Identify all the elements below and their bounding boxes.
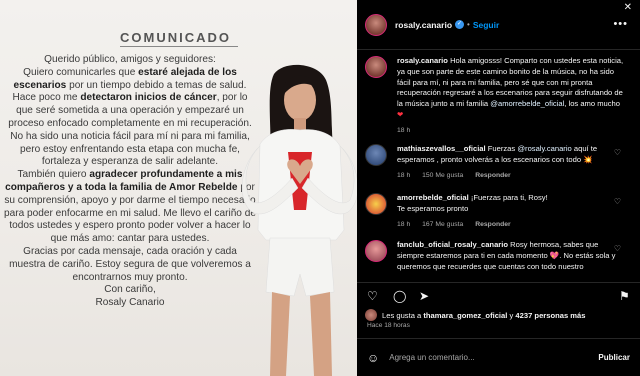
woman-photo [241,64,357,376]
comment-time: 18 h [397,171,411,179]
avatar[interactable] [365,240,387,262]
letter-para-1: Quiero comunicarles que estaré alejada d… [8,66,252,129]
action-bar: ♡ ◯ ➤ ⚑ [357,282,640,304]
comment-body: amorrebelde_oficial ¡Fuerzas para ti, Ro… [397,193,625,230]
more-options-icon[interactable]: ••• [613,18,628,30]
post-header: rosaly.canario ✓ • Seguir ••• [357,0,640,50]
avatar[interactable] [365,193,387,215]
header-separator: • [467,20,470,29]
like-heart-icon[interactable]: ♡ [614,197,621,206]
comment-input[interactable] [389,353,593,362]
comment-meta: 18 h 150 Me gusta Responder [397,171,625,182]
letter-signature: Rosaly Canario [95,297,165,309]
header-username[interactable]: rosaly.canario [395,20,452,30]
likes-count-link[interactable]: 4237 personas más [515,311,585,320]
emoji-icon[interactable]: ☺ [367,351,379,365]
mention-link[interactable]: @amorrebelde_oficial [490,99,564,108]
letter-closing: Con cariño, [104,284,156,296]
heart-emoji: ❤ [397,109,404,119]
comments-list[interactable]: rosaly.canario Hola amigosss! Comparto c… [357,52,640,282]
letter-para-2: No ha sido una noticia fácil para mí ni … [10,130,250,168]
verified-icon: ✓ [455,20,465,29]
comment-meta: 18 h 167 Me gusta Responder [397,220,625,231]
instagram-panel: ✕ rosaly.canario ✓ • Seguir ••• rosaly.c… [357,0,640,376]
emoji: 💥 [583,154,593,164]
list-item: rosaly.canario Hola amigosss! Comparto c… [365,56,627,137]
comment-username[interactable]: mathiaszevallos__oficial [397,144,486,153]
comment-time: 18 h [397,126,411,134]
list-item: fanclub_oficial_rosaly_canario Rosy herm… [365,240,627,272]
share-icon[interactable]: ➤ [419,289,429,303]
follow-button[interactable]: Seguir [473,20,499,30]
comment-body: rosaly.canario Hola amigosss! Comparto c… [397,56,625,137]
avatar[interactable] [365,144,387,166]
announcement-image: COMUNICADO Querido público, amigos y seg… [0,0,357,376]
comment-body: mathiaszevallos__oficial Fuerzas @rosaly… [397,144,625,181]
comment-username[interactable]: amorrebelde_oficial [397,193,469,202]
likes-summary: Les gusta a thamara_gomez_oficial y 4237… [365,309,586,321]
letter-greeting: Querido público, amigos y seguidores: [44,54,216,65]
like-heart-icon[interactable]: ♡ [614,148,621,157]
likes-user-link[interactable]: thamara_gomez_oficial [423,311,507,320]
like-heart-icon[interactable]: ♡ [367,289,378,303]
comment-username[interactable]: fanclub_oficial_rosaly_canario [397,240,508,249]
reply-button[interactable]: Responder [475,221,511,228]
mention-link[interactable]: @rosaly.canario [517,144,571,153]
comment-icon[interactable]: ◯ [393,289,406,303]
list-item: mathiaszevallos__oficial Fuerzas @rosaly… [365,144,627,181]
list-item: amorrebelde_oficial ¡Fuerzas para ti, Ro… [365,193,627,230]
announcement-title: COMUNICADO [120,30,231,45]
like-heart-icon[interactable]: ♡ [614,244,621,253]
comment-username[interactable]: rosaly.canario [397,56,448,65]
bookmark-icon[interactable]: ⚑ [619,289,630,303]
title-underline [120,46,238,47]
publish-button[interactable]: Publicar [598,353,630,362]
comment-likes[interactable]: 167 Me gusta [422,221,463,228]
avatar [365,309,377,321]
add-comment-bar: ☺ Publicar [357,338,640,376]
reply-button[interactable]: Responder [475,172,511,179]
comment-time: 18 h [397,220,411,228]
post-time: Hace 18 horas [367,322,410,329]
heart-emoji: 💖 [549,250,560,260]
comment-likes[interactable]: 150 Me gusta [422,172,463,179]
letter-para-3: También quiero agradecer profundamente a… [4,169,256,245]
letter-para-4: Gracias por cada mensaje, cada oración y… [9,245,251,283]
comment-meta: 18 h [397,126,625,137]
avatar[interactable] [365,13,387,36]
comment-body: fanclub_oficial_rosaly_canario Rosy herm… [397,240,616,271]
announcement-letter: Querido público, amigos y seguidores: Qu… [4,54,256,310]
avatar[interactable] [365,56,387,78]
